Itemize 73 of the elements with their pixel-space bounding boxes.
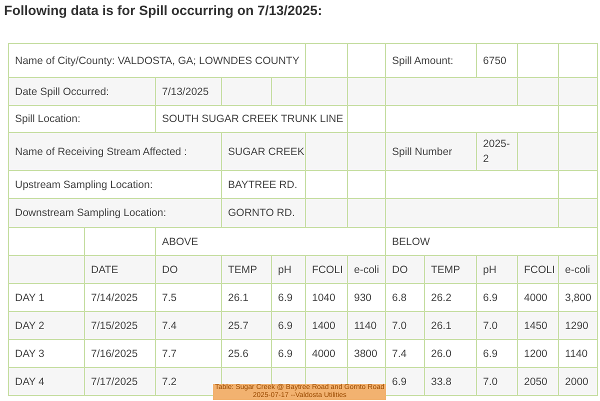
table-cell: 25.7	[228, 320, 248, 332]
table-cell: 7/16/2025	[91, 348, 138, 360]
table-cell: 7.5	[162, 292, 177, 304]
spill-location-value: SOUTH SUGAR CREEK TRUNK LINE	[162, 113, 344, 125]
table-cell: 1400	[312, 320, 336, 332]
group-heading: BELOW	[392, 236, 430, 248]
table-cell: 1040	[312, 292, 336, 304]
table-cell: 26.2	[431, 292, 452, 304]
table-cell: 7.0	[392, 320, 407, 332]
table-cell: 6.9	[483, 348, 498, 360]
table-cell: 930	[354, 292, 372, 304]
spill-number-label: Spill Number	[392, 146, 452, 158]
table-cell: 7.2	[162, 376, 177, 388]
table-cell: 2050	[524, 376, 548, 388]
table-cell: DAY 2	[15, 320, 44, 332]
column-heading: e-coli	[565, 264, 590, 276]
sampling-location-label: Upstream Sampling Location:	[15, 178, 153, 190]
table-cell: 7.4	[392, 348, 407, 360]
column-heading: FCOLI	[312, 264, 343, 276]
city-county-label: Name of City/County: VALDOSTA, GA; LOWNDES COUNTY	[15, 54, 300, 66]
table-cell: 4000	[312, 348, 336, 360]
spill-amount-value: 6750	[483, 54, 506, 66]
table-cell: 26.0	[431, 348, 452, 360]
table-cell: 7/17/2025	[91, 376, 138, 388]
table-cell: 6.9	[278, 348, 293, 360]
column-heading: TEMP	[431, 264, 460, 276]
table-cell: 2000	[565, 376, 588, 388]
table-cell: DAY 3	[15, 348, 44, 360]
column-heading: pH	[278, 264, 292, 276]
column-heading: DO	[162, 264, 178, 276]
table-cell: 4000	[524, 292, 548, 304]
table-cell: 6.9	[278, 320, 293, 332]
table-cell: 33.8	[431, 376, 452, 388]
column-heading: TEMP	[228, 264, 258, 276]
table-cell: 6.9	[278, 292, 293, 304]
column-heading: DO	[392, 264, 408, 276]
spill-number-value: 2025-2	[483, 136, 510, 166]
sampling-location-value: GORNTO RD.	[228, 207, 295, 219]
table-cell: 7/14/2025	[91, 292, 138, 304]
receiving-stream-label: Name of Receiving Stream Affected :	[15, 146, 187, 158]
page-heading: Following data is for Spill occurring on 7/13/2025:	[3, 2, 324, 20]
table-cell: 7.7	[162, 348, 177, 360]
table-cell: 25.6	[228, 348, 248, 360]
spill-amount-label: Spill Amount:	[392, 54, 454, 66]
date-spill-label: Date Spill Occurred:	[15, 86, 109, 98]
column-heading: DATE	[91, 264, 118, 276]
sampling-location-label: Downstream Sampling Location:	[15, 207, 166, 219]
table-cell: 1200	[524, 348, 548, 360]
table-cell: 7.0	[483, 376, 498, 388]
group-heading: ABOVE	[162, 236, 198, 248]
column-heading: e-coli	[354, 264, 380, 276]
table-cell: 3,800	[565, 292, 592, 304]
column-heading: pH	[483, 264, 496, 276]
date-spill-value: 7/13/2025	[162, 86, 209, 98]
table-cell: 6.9	[392, 376, 407, 388]
table-cell: 7.4	[162, 320, 177, 332]
table-cell: 1140	[565, 348, 588, 360]
table-cell: 1450	[524, 320, 548, 332]
table-cell: 6.8	[392, 292, 407, 304]
table-cell: 7/15/2025	[91, 320, 138, 332]
table-cell: DAY 1	[15, 292, 44, 304]
table-cell: 26.1	[228, 292, 248, 304]
column-heading: FCOLI	[524, 264, 555, 276]
table-cell: 3800	[354, 348, 378, 360]
table-cell: 26.1	[431, 320, 452, 332]
spill-location-label: Spill Location:	[15, 113, 80, 125]
receiving-stream-value: SUGAR CREEK	[228, 146, 304, 158]
table-cell: DAY 4	[15, 376, 44, 388]
table-cell: 7.0	[483, 320, 498, 332]
table-cell: 6.9	[483, 292, 498, 304]
table-cell: 1290	[565, 320, 588, 332]
sampling-location-value: BAYTREE RD.	[228, 178, 298, 190]
table-cell: 1140	[354, 320, 377, 332]
